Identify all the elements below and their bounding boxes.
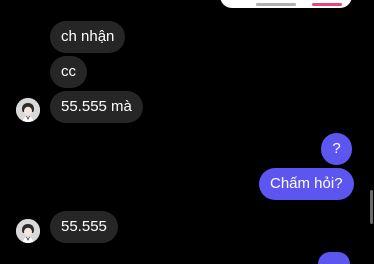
scrollbar-thumb[interactable] [370, 190, 373, 224]
contact-avatar-icon[interactable] [16, 219, 40, 243]
message-bubble-incoming[interactable]: cc [50, 56, 87, 88]
message-bubble-incoming[interactable]: ch nhận [50, 21, 126, 53]
preview-strip [256, 3, 296, 6]
preview-accent [312, 3, 342, 6]
message-bubble-outgoing[interactable]: Chấm hỏi? [259, 168, 354, 200]
avatar-icon [16, 98, 40, 122]
shared-media-preview[interactable] [220, 0, 352, 8]
message-bubble-outgoing[interactable]: ? [321, 133, 352, 165]
contact-avatar-icon[interactable] [16, 98, 40, 122]
message-bubble-outgoing-partial[interactable] [318, 252, 350, 264]
avatar-icon [16, 219, 40, 243]
message-bubble-incoming[interactable]: 55.555 mà [50, 91, 143, 123]
message-bubble-incoming[interactable]: 55.555 [50, 211, 118, 243]
